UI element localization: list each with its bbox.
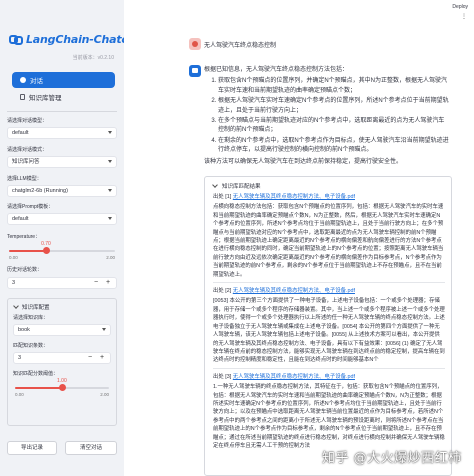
plus-icon[interactable]: + — [96, 353, 108, 363]
source-line: 出处 [3] 无人驾驶车辆及其终点稳态控制方法、电子设备.pdf — [213, 373, 445, 381]
more-vertical-icon[interactable]: ⋮ — [461, 13, 467, 20]
kb-model-select[interactable]: default — [7, 127, 117, 139]
kb-config-header[interactable]: 知识库配置 — [13, 303, 50, 311]
score-range: 0.00 2.00 — [15, 392, 109, 397]
watermark: 知乎 @大火爆炒西红柿 — [322, 451, 462, 466]
minus-icon[interactable]: − — [84, 353, 96, 363]
logo-text: LangChain-Chatchat — [26, 33, 124, 46]
app-window: LangChain-Chatchat 当前版本：v0.2.10 对话 知识库管理… — [0, 0, 474, 476]
version-label: 当前版本：v0.2.10 — [72, 55, 114, 61]
prompt-select-value: default — [12, 216, 29, 222]
score-slider-fill — [15, 387, 62, 389]
nav-item-knowledge-base[interactable]: 知识库管理 — [12, 89, 115, 105]
kb-model-label: 请选择对话模型： — [7, 118, 48, 124]
chat-icon — [20, 77, 26, 83]
history-label: 历史对话轮数： — [7, 267, 43, 273]
llm-select[interactable]: chatglm2-6b (Running) — [7, 185, 117, 197]
prompt-select[interactable]: default — [7, 213, 117, 225]
sidebar-divider — [7, 111, 117, 112]
kb-select-value: book — [18, 327, 30, 333]
chevron-down-icon — [102, 328, 106, 331]
source-text: [0053] 本公开的第三个方面提供了一种电子设备，上述电子设备包括：一个或多个… — [213, 298, 445, 364]
mode-label: 请选择对话模式： — [7, 147, 48, 153]
topk-value: 3 — [18, 355, 22, 361]
assistant-message: 根据已知信息，无人驾驶汽车终点稳态控制方法包括： 获取包含N个预瞄点的位置序列，… — [204, 66, 450, 169]
source-link[interactable]: 无人驾驶车辆及其终点稳态控制方法、电子设备.pdf — [233, 374, 355, 380]
source-text: 1.一种无人驾驶车辆的终点稳态控制方法，其特征在于，包括：获取包含N个预瞄点的位… — [213, 384, 445, 449]
temperature-max: 2.00 — [106, 255, 115, 260]
topk-label: 匹配知识条数： — [13, 343, 49, 349]
export-button[interactable]: 导出记录 — [7, 441, 57, 455]
nav-item-chat-label: 对话 — [30, 78, 43, 85]
nav-item-knowledge-base-label: 知识库管理 — [29, 95, 62, 102]
score-slider[interactable] — [15, 384, 109, 391]
user-message: 无人驾驶汽车终点稳态控制 — [204, 43, 277, 49]
sidebar: LangChain-Chatchat 当前版本：v0.2.10 对话 知识库管理… — [0, 0, 124, 476]
temperature-slider[interactable] — [9, 247, 115, 254]
source-link[interactable]: 无人驾驶车辆及其终点稳态控制方法、电子设备.pdf — [233, 288, 355, 294]
nav-item-chat[interactable]: 对话 — [12, 72, 115, 88]
history-stepper[interactable]: 3 − + — [7, 277, 117, 289]
divider — [213, 282, 445, 284]
source-prefix: 出处 [1] — [213, 194, 232, 200]
kb-model-select-value: default — [12, 130, 29, 136]
assistant-step: 获取包含N个预瞄点的位置序列，并确定N个预瞄点，其中N为正整数，根据无人驾驶汽车… — [218, 77, 450, 96]
clear-chat-button[interactable]: 清空对话 — [65, 441, 117, 455]
chevron-down-icon — [212, 182, 218, 188]
plus-icon[interactable]: + — [102, 278, 114, 288]
temperature-label: Temperature： — [7, 234, 41, 240]
prompt-label: 请选择Prompt模板： — [7, 204, 54, 210]
kb-select[interactable]: book — [13, 324, 111, 336]
assistant-step: 在多个预瞄点与当前期望轨迹对应的N个参考点中，选取距离最近的点为无人驾驶汽车控制… — [218, 117, 450, 136]
divider — [213, 367, 445, 369]
source-line: 出处 [1] 无人驾驶车辆及其终点稳态控制方法、电子设备.pdf — [213, 193, 445, 201]
kb-label: 请选择知识库： — [13, 315, 49, 321]
user-avatar — [189, 38, 201, 50]
source-text: 点横向稳态控制方法包括：获取包含N个预瞄点的位置序列，包括：根据无人驾驶汽车的实… — [213, 204, 444, 278]
chevron-down-icon — [108, 160, 112, 163]
deploy-button[interactable]: Deploy — [452, 4, 468, 10]
kb-results-header[interactable]: 知识库匹配结果 — [212, 182, 261, 190]
source-link[interactable]: 无人驾驶车辆及其终点稳态控制方法、电子设备.pdf — [233, 194, 355, 200]
chevron-down-icon — [108, 131, 112, 134]
source-prefix: 出处 [3] — [213, 373, 232, 380]
assistant-intro: 根据已知信息，无人驾驶汽车终点稳态控制方法包括： — [204, 67, 349, 73]
score-slider-handle[interactable] — [59, 384, 66, 391]
kb-config-expander: 知识库配置 请选择知识库： book 匹配知识条数： 3 − + 知识匹配分数阈… — [7, 298, 117, 426]
temperature-slider-handle[interactable] — [43, 247, 51, 254]
logo: LangChain-Chatchat — [9, 33, 124, 46]
kb-results-list: 出处 [1] 无人驾驶车辆及其终点稳态控制方法、电子设备.pdf 点横向稳态控制… — [213, 193, 445, 452]
score-min: 0.00 — [15, 392, 24, 397]
assistant-steps: 获取包含N个预瞄点的位置序列，并确定N个预瞄点，其中N为正整数，根据无人驾驶汽车… — [204, 77, 450, 155]
minus-icon[interactable]: − — [90, 278, 102, 288]
logo-icon — [9, 34, 23, 45]
topk-stepper[interactable]: 3 − + — [13, 352, 111, 364]
chevron-down-icon — [108, 217, 112, 220]
kb-config-title: 知识库配置 — [22, 305, 50, 311]
kb-results-expander: 知识库匹配结果 出处 [1] 无人驾驶车辆及其终点稳态控制方法、电子设备.pdf… — [204, 176, 452, 476]
chevron-down-icon — [108, 189, 112, 192]
llm-label: 选择LLM模型： — [7, 176, 42, 182]
assistant-outro: 该种方法可以确保无人驾驶汽车在到达终点前保持稳定，提高行驶安全性。 — [204, 158, 403, 165]
temperature-range: 0.00 2.00 — [9, 255, 115, 260]
llm-select-value: chatglm2-6b (Running) — [12, 188, 68, 194]
assistant-step: 在剩余的N个参考点中，选取N个参考点作为目标点，使无人驾驶汽车沿当前期望轨迹进行… — [218, 137, 450, 156]
temperature-slider-fill — [9, 250, 47, 252]
assistant-avatar — [189, 65, 201, 77]
source-line: 出处 [2] 无人驾驶车辆及其终点稳态控制方法、电子设备.pdf — [213, 287, 445, 295]
mode-select-value: 知识库问答 — [12, 159, 40, 165]
chevron-down-icon — [13, 303, 19, 309]
score-label: 知识匹配分数阈值： — [13, 371, 59, 377]
temperature-min: 0.00 — [9, 255, 18, 260]
mode-select[interactable]: 知识库问答 — [7, 156, 117, 168]
score-max: 2.00 — [100, 392, 109, 397]
source-prefix: 出处 [2] — [213, 288, 232, 295]
document-icon — [20, 94, 25, 100]
kb-results-title: 知识库匹配结果 — [222, 184, 261, 190]
history-value: 3 — [12, 280, 16, 286]
assistant-step: 根据无人驾驶汽车实时车速确定N个参考点的位置序列，所述N个参考点位于当前期望轨迹… — [218, 97, 450, 116]
